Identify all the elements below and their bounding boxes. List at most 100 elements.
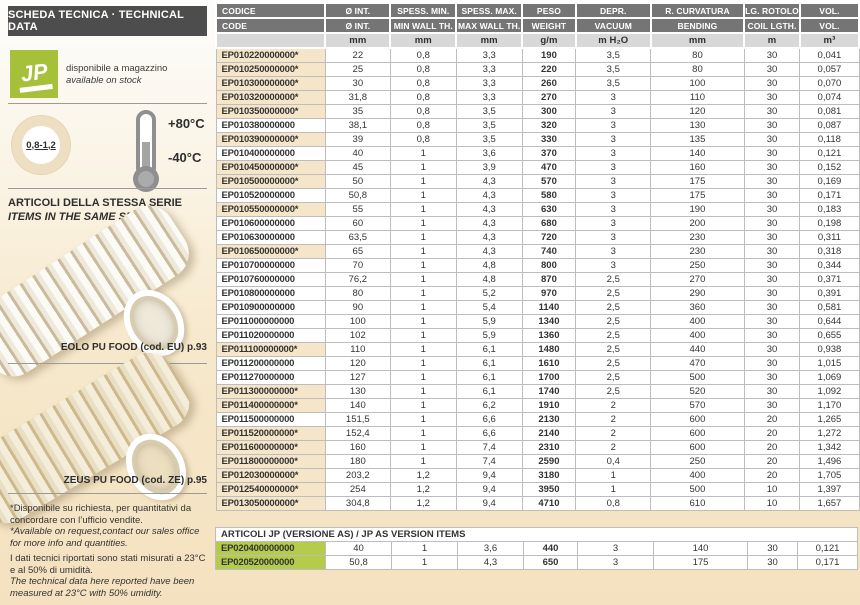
cell-value: 1 xyxy=(390,315,456,329)
cell-value: 570 xyxy=(522,175,576,189)
as-table-body: ARTICOLI JP (VERSIONE AS) / JP AS VERSIO… xyxy=(216,528,858,570)
table-row: EP011520000000*152,416,621402600201,272 xyxy=(216,427,859,441)
cell-value: 110 xyxy=(651,91,744,105)
cell-value: 30 xyxy=(744,203,800,217)
cell-value: 130 xyxy=(325,385,390,399)
table-row: EP010320000000*31,80,83,32703110300,074 xyxy=(216,91,859,105)
cell-value: 25 xyxy=(325,63,390,77)
cell-value: 6,1 xyxy=(456,357,522,371)
cell-value: 120 xyxy=(651,105,744,119)
cell-code: EP011520000000* xyxy=(216,427,325,441)
cell-value: 580 xyxy=(522,189,576,203)
cell-value: 102 xyxy=(325,329,390,343)
table-row: EP01100000000010015,913402,5400300,644 xyxy=(216,315,859,329)
as-section-title: ARTICOLI JP (VERSIONE AS) / JP AS VERSIO… xyxy=(216,528,858,542)
divider xyxy=(8,363,207,364)
cell-value: 30 xyxy=(744,343,800,357)
cell-value: 0,183 xyxy=(800,203,859,217)
cell-code: EP010220000000* xyxy=(216,48,325,63)
related-item-caption: EOLO PU FOOD (cod. EU) p.93 xyxy=(8,342,207,353)
cell-value: 0,344 xyxy=(800,259,859,273)
cell-value: 40 xyxy=(325,147,390,161)
cell-value: 0,318 xyxy=(800,245,859,259)
cell-code: EP010630000000 xyxy=(216,231,325,245)
divider xyxy=(8,493,207,494)
cell-value: 140 xyxy=(654,542,748,556)
cell-value: 0,371 xyxy=(800,273,859,287)
table-row: EP010550000000*5514,36303190300,183 xyxy=(216,203,859,217)
header-row-en: CODEØ INT.MIN WALL TH.MAX WALL TH.WEIGHT… xyxy=(216,18,859,33)
cell-value: 3 xyxy=(576,133,651,147)
table-row: EP0204000000004013,64403140300,121 xyxy=(216,542,858,556)
cell-value: 1,397 xyxy=(800,483,859,497)
cell-value: 0,169 xyxy=(800,175,859,189)
cell-value: 680 xyxy=(522,217,576,231)
cell-code: EP010320000000* xyxy=(216,91,325,105)
cell-value: 220 xyxy=(522,63,576,77)
cell-value: 9,4 xyxy=(456,469,522,483)
cell-value: 3 xyxy=(576,147,651,161)
table-row: EP010650000000*6514,37403230300,318 xyxy=(216,245,859,259)
cell-value: 4,3 xyxy=(456,175,522,189)
cell-value: 400 xyxy=(651,329,744,343)
cell-value: 1 xyxy=(390,455,456,469)
cell-value: 7,4 xyxy=(456,455,522,469)
footnote-it: *Disponibile su richiesta, per quantitat… xyxy=(10,503,212,526)
cell-value: 5,2 xyxy=(456,287,522,301)
cell-value: 45 xyxy=(325,161,390,175)
cell-value: 2,5 xyxy=(576,343,651,357)
cell-value: 135 xyxy=(651,133,744,147)
header-cell: COIL LGTH. xyxy=(744,18,800,33)
cell-value: 0,8 xyxy=(390,77,456,91)
footnote-en: The technical data here reported have be… xyxy=(10,576,212,599)
table-header: CODICEØ INT.SPESS. MIN.SPESS. MAX.PESODE… xyxy=(216,3,859,48)
table-row: EP013050000000*304,81,29,447100,8610101,… xyxy=(216,497,859,511)
cell-value: 120 xyxy=(325,357,390,371)
cell-value: 0,8 xyxy=(390,133,456,147)
cell-value: 1 xyxy=(390,427,456,441)
cell-value: 2,5 xyxy=(576,357,651,371)
cell-value: 3,5 xyxy=(456,105,522,119)
header-cell: MIN WALL TH. xyxy=(390,18,456,33)
cell-value: 190 xyxy=(522,48,576,63)
cell-value: 80 xyxy=(325,287,390,301)
table-row: EP01076000000076,214,88702,5270300,371 xyxy=(216,273,859,287)
cell-value: 1,2 xyxy=(390,469,456,483)
cell-code: EP011000000000 xyxy=(216,315,325,329)
cell-value: 3 xyxy=(576,203,651,217)
cell-code: EP011800000000* xyxy=(216,455,325,469)
cell-value: 30 xyxy=(744,161,800,175)
cell-value: 3,5 xyxy=(576,63,651,77)
cell-value: 30 xyxy=(744,189,800,203)
cell-code: EP011270000000 xyxy=(216,371,325,385)
cell-value: 160 xyxy=(651,161,744,175)
cell-value: 10 xyxy=(744,497,800,511)
cell-code: EP011200000000 xyxy=(216,357,325,371)
header-cell: Ø INT. xyxy=(325,18,390,33)
cell-value: 3 xyxy=(576,91,651,105)
cell-value: 60 xyxy=(325,217,390,231)
cell-value: 30 xyxy=(744,259,800,273)
table-row: EP012030000000*203,21,29,431801400201,70… xyxy=(216,469,859,483)
cell-value: 0,8 xyxy=(390,63,456,77)
cell-value: 254 xyxy=(325,483,390,497)
cell-value: 4,3 xyxy=(456,189,522,203)
cell-code: EP012540000000* xyxy=(216,483,325,497)
cell-value: 1 xyxy=(390,273,456,287)
cell-value: 0,070 xyxy=(800,77,859,91)
cell-value: 1,015 xyxy=(800,357,859,371)
cell-value: 1 xyxy=(390,147,456,161)
cell-value: 1 xyxy=(390,189,456,203)
cell-value: 30 xyxy=(744,133,800,147)
table-row: EP01063000000063,514,37203230300,311 xyxy=(216,231,859,245)
cell-value: 230 xyxy=(651,245,744,259)
cell-value: 400 xyxy=(651,469,744,483)
cell-value: 30 xyxy=(744,175,800,189)
cell-value: 3 xyxy=(578,556,654,570)
table-row: EP010390000000*390,83,53303135300,118 xyxy=(216,133,859,147)
table-row: EP0109000000009015,411402,5360300,581 xyxy=(216,301,859,315)
header-cell: g/m xyxy=(522,33,576,48)
cell-value: 4,3 xyxy=(456,217,522,231)
header-cell: m H₂O xyxy=(576,33,651,48)
cell-code: EP010500000000* xyxy=(216,175,325,189)
